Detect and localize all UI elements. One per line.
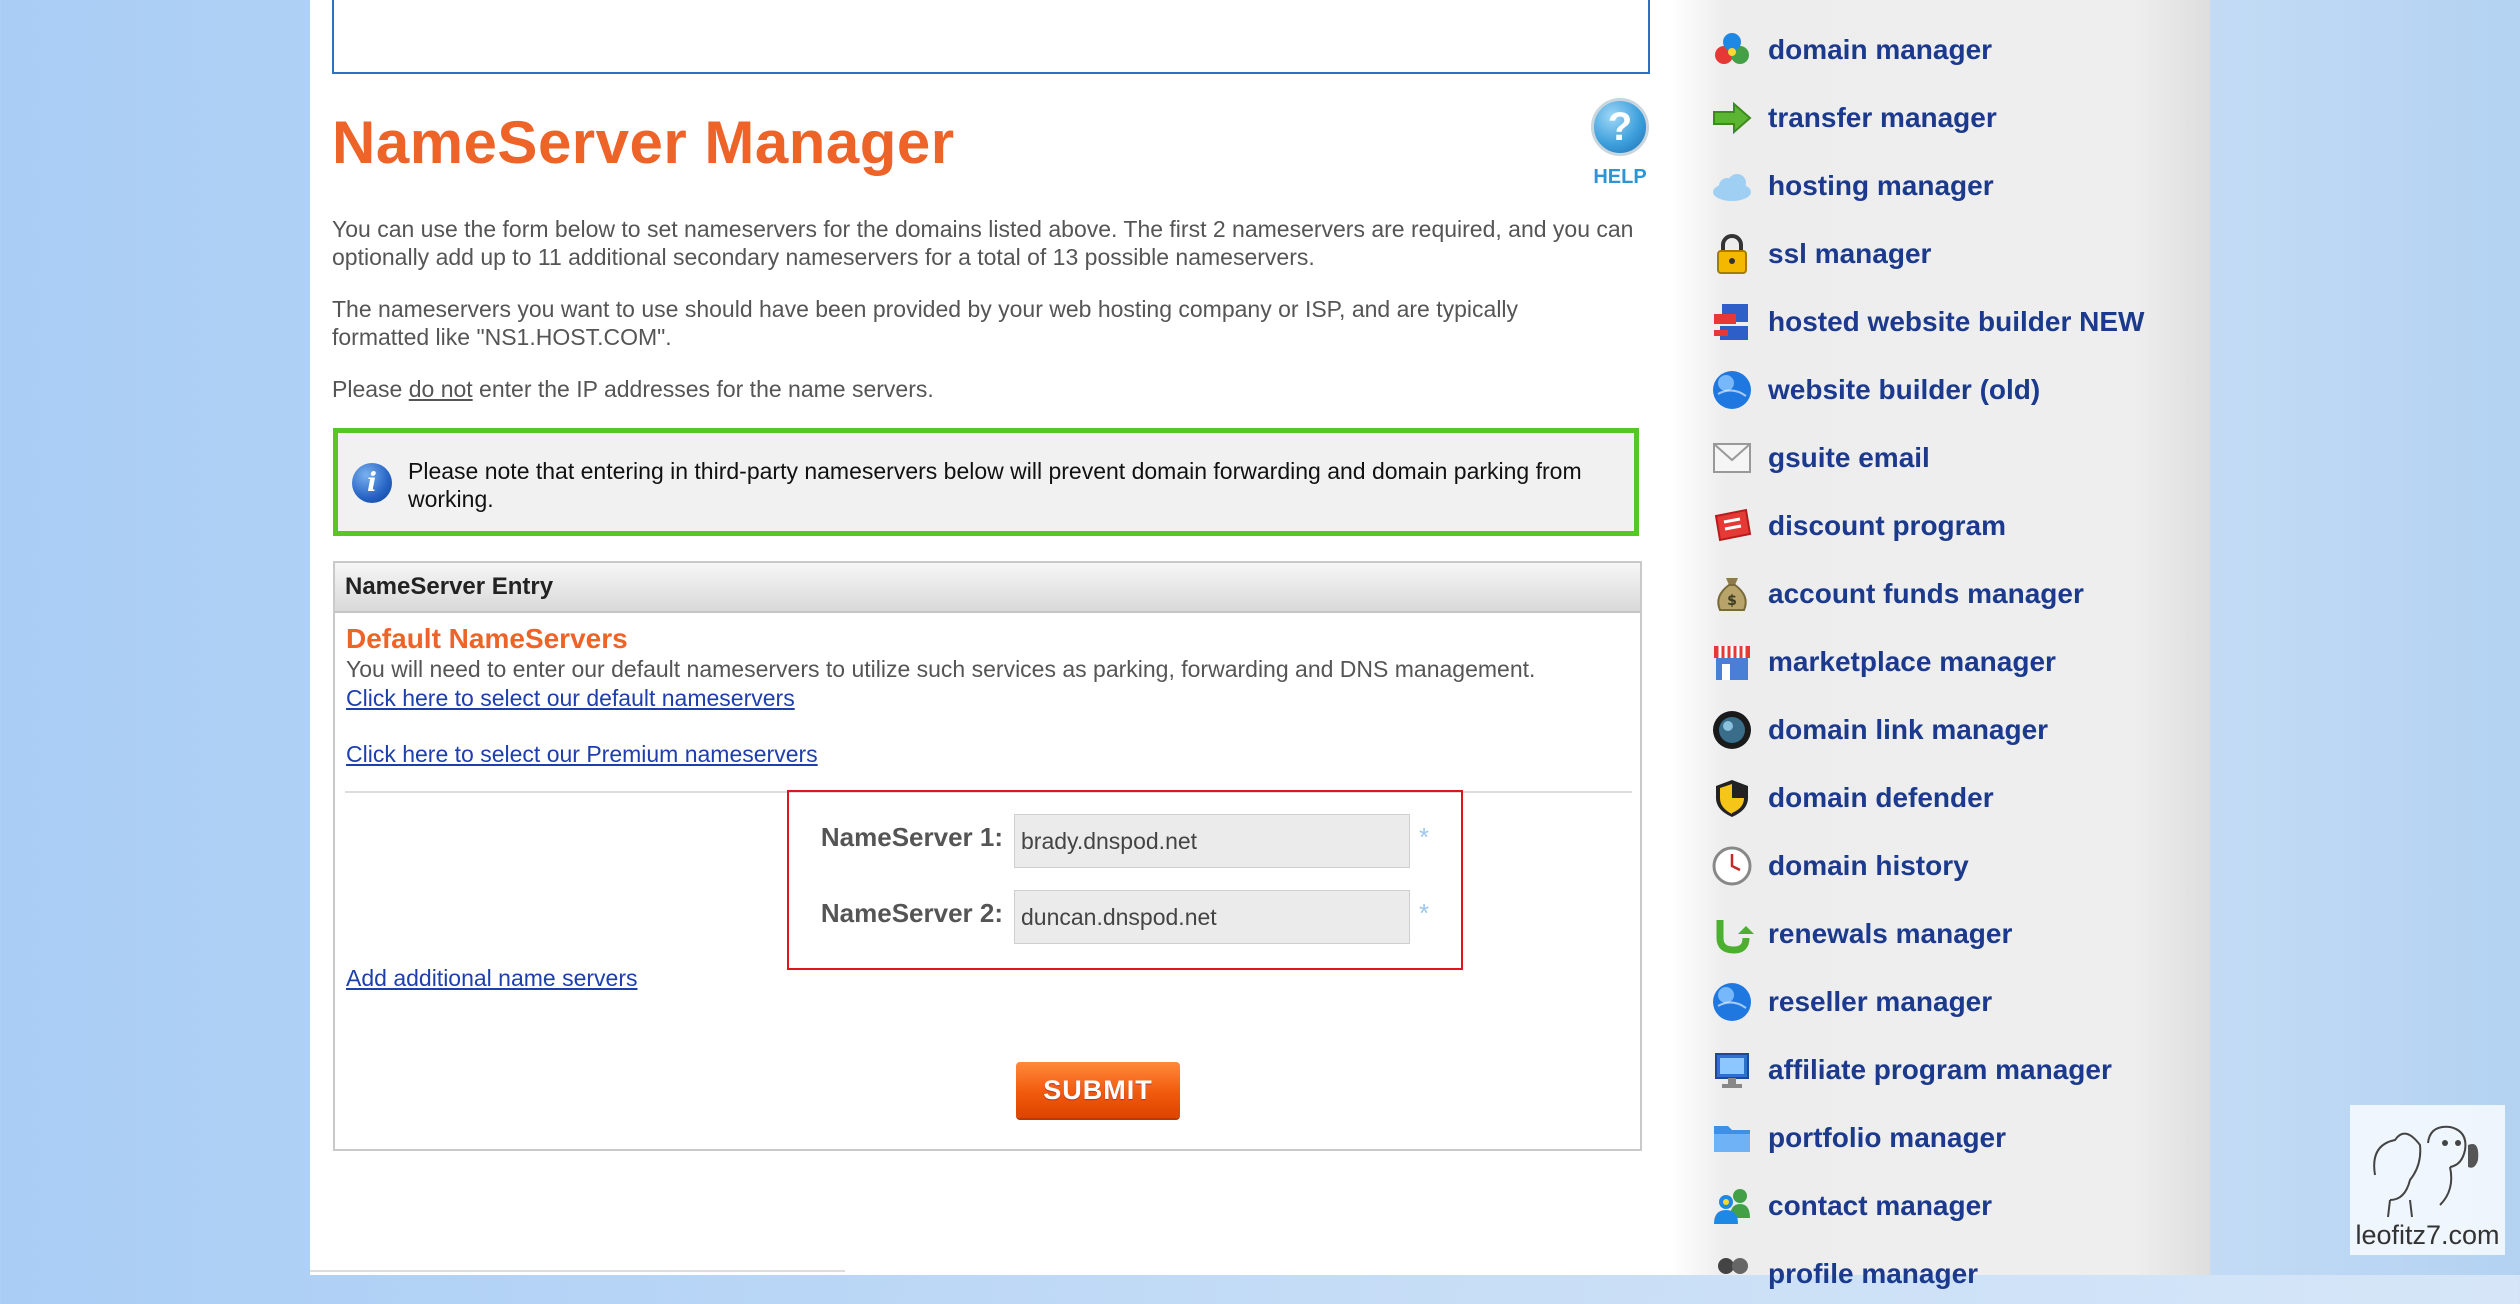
sidebar-item-hosted-website-builder[interactable]: hosted website builder NEW bbox=[1710, 292, 2200, 352]
select-premium-nameservers-link[interactable]: Click here to select our Premium nameser… bbox=[346, 741, 818, 768]
sidebar-item-label[interactable]: account funds manager bbox=[1768, 578, 2084, 610]
default-nameservers-title: Default NameServers bbox=[346, 623, 628, 654]
sidebar-item-label[interactable]: ssl manager bbox=[1768, 238, 1931, 270]
ip-warning-suffix: enter the IP addresses for the name serv… bbox=[472, 376, 934, 402]
sidebar-item-label[interactable]: marketplace manager bbox=[1768, 646, 2056, 678]
sidebar-item-label[interactable]: domain history bbox=[1768, 850, 1969, 882]
sidebar-item-reseller-manager[interactable]: reseller manager bbox=[1710, 972, 2200, 1032]
watermark-text: leofitz7.com bbox=[2355, 1220, 2500, 1250]
ns1-input[interactable] bbox=[1014, 814, 1410, 868]
ip-warning-prefix: Please bbox=[332, 376, 409, 402]
clock-icon bbox=[1710, 844, 1754, 888]
sidebar-item-marketplace-manager[interactable]: marketplace manager bbox=[1710, 632, 2200, 692]
page-title: NameServer Manager bbox=[332, 109, 955, 176]
help-label[interactable]: HELP bbox=[1588, 166, 1652, 189]
notice-text: Please note that entering in third-party… bbox=[408, 458, 1582, 512]
domain-manager-icon bbox=[1710, 28, 1754, 72]
website-builder-icon bbox=[1710, 300, 1754, 344]
ns1-label: NameServer 1: bbox=[820, 822, 1003, 852]
sidebar-item-domain-link-manager[interactable]: domain link manager bbox=[1710, 700, 2200, 760]
sidebar-item-label[interactable]: discount program bbox=[1768, 510, 2006, 542]
help-button[interactable]: ? HELP bbox=[1588, 98, 1652, 189]
shield-icon bbox=[1710, 776, 1754, 820]
sidebar-item-label[interactable]: affiliate program manager bbox=[1768, 1054, 2112, 1086]
cloud-icon bbox=[1710, 164, 1754, 208]
sidebar-item-domain-defender[interactable]: domain defender bbox=[1710, 768, 2200, 828]
sidebar-item-discount-program[interactable]: discount program bbox=[1710, 496, 2200, 556]
sidebar-item-website-builder-old[interactable]: website builder (old) bbox=[1710, 360, 2200, 420]
intro-paragraph: You can use the form below to set namese… bbox=[332, 216, 1634, 270]
sidebar-item-domain-history[interactable]: domain history bbox=[1710, 836, 2200, 896]
ns2-input[interactable] bbox=[1014, 890, 1410, 944]
nameserver-fields-highlight: NameServer 1: * NameServer 2: * bbox=[787, 790, 1463, 970]
sidebar-item-label[interactable]: domain defender bbox=[1768, 782, 1994, 814]
sidebar: domain manager transfer manager hosting … bbox=[1670, 0, 2210, 1289]
bottom-scroll-line bbox=[310, 1270, 845, 1272]
ip-warning-emphasis: do not bbox=[408, 376, 473, 402]
sidebar-item-label[interactable]: gsuite email bbox=[1768, 442, 1930, 474]
ns1-required-mark: * bbox=[1419, 822, 1430, 852]
background-right bbox=[2210, 0, 2520, 1275]
monitor-icon bbox=[1710, 1048, 1754, 1092]
format-paragraph: The nameservers you want to use should h… bbox=[332, 296, 1519, 350]
contacts-icon bbox=[1710, 1184, 1754, 1228]
submit-button[interactable]: SUBMIT bbox=[1016, 1062, 1180, 1118]
sidebar-item-renewals-manager[interactable]: renewals manager bbox=[1710, 904, 2200, 964]
page: NameServer Manager ? HELP You can use th… bbox=[310, 0, 2210, 1289]
third-party-notice: i Please note that entering in third-par… bbox=[333, 428, 1639, 536]
sidebar-item-account-funds-manager[interactable]: $ account funds manager bbox=[1710, 564, 2200, 624]
sidebar-item-hosting-manager[interactable]: hosting manager bbox=[1710, 156, 2200, 216]
add-nameservers-link[interactable]: Add additional name servers bbox=[346, 965, 638, 992]
coupon-icon bbox=[1710, 504, 1754, 548]
sidebar-item-label[interactable]: hosting manager bbox=[1768, 170, 1994, 202]
sidebar-item-label[interactable]: transfer manager bbox=[1768, 102, 1997, 134]
sidebar-item-label[interactable]: domain link manager bbox=[1768, 714, 2048, 746]
ip-warning-paragraph: Please do not enter the IP addresses for… bbox=[332, 375, 1662, 403]
select-default-nameservers-link[interactable]: Click here to select our default nameser… bbox=[346, 685, 795, 712]
renew-arrow-icon bbox=[1710, 912, 1754, 956]
padlock-icon bbox=[1710, 232, 1754, 276]
money-bag-icon: $ bbox=[1710, 572, 1754, 616]
sidebar-item-affiliate-program-manager[interactable]: affiliate program manager bbox=[1710, 1040, 2200, 1100]
sidebar-item-transfer-manager[interactable]: transfer manager bbox=[1710, 88, 2200, 148]
sidebar-item-portfolio-manager[interactable]: portfolio manager bbox=[1710, 1108, 2200, 1168]
sidebar-item-label[interactable]: hosted website builder NEW bbox=[1768, 306, 2144, 338]
svg-text:$: $ bbox=[1727, 593, 1737, 609]
storefront-icon bbox=[1710, 640, 1754, 684]
domain-list-box bbox=[332, 0, 1650, 74]
sidebar-item-profile-manager[interactable]: profile manager bbox=[1710, 1244, 2200, 1304]
arrow-right-icon bbox=[1710, 96, 1754, 140]
main-content: NameServer Manager ? HELP You can use th… bbox=[310, 0, 1670, 1275]
entry-header: NameServer Entry bbox=[335, 563, 1640, 613]
sidebar-item-label[interactable]: reseller manager bbox=[1768, 986, 1992, 1018]
question-mark-icon[interactable]: ? bbox=[1591, 98, 1649, 156]
sidebar-item-contact-manager[interactable]: contact manager bbox=[1710, 1176, 2200, 1236]
folder-icon bbox=[1710, 1116, 1754, 1160]
sidebar-item-label[interactable]: portfolio manager bbox=[1768, 1122, 2006, 1154]
sidebar-item-label[interactable]: contact manager bbox=[1768, 1190, 1992, 1222]
profile-icon bbox=[1710, 1252, 1754, 1296]
globe-icon bbox=[1710, 980, 1754, 1024]
default-nameservers-desc: You will need to enter our default names… bbox=[346, 656, 1536, 682]
sidebar-item-label[interactable]: renewals manager bbox=[1768, 918, 2012, 950]
ns2-required-mark: * bbox=[1419, 898, 1430, 928]
watermark: leofitz7.com bbox=[2350, 1105, 2505, 1255]
dog-sketch-logo bbox=[2373, 1125, 2479, 1218]
ns2-label: NameServer 2: bbox=[820, 898, 1003, 928]
envelope-icon bbox=[1710, 436, 1754, 480]
sidebar-item-label[interactable]: website builder (old) bbox=[1768, 374, 2040, 406]
info-icon: i bbox=[352, 463, 392, 503]
sidebar-item-ssl-manager[interactable]: ssl manager bbox=[1710, 224, 2200, 284]
link-globe-icon bbox=[1710, 708, 1754, 752]
sidebar-item-label[interactable]: profile manager bbox=[1768, 1258, 1978, 1290]
sidebar-item-label[interactable]: domain manager bbox=[1768, 34, 1992, 66]
sidebar-item-domain-manager[interactable]: domain manager bbox=[1710, 20, 2200, 80]
globe-icon bbox=[1710, 368, 1754, 412]
sidebar-item-gsuite-email[interactable]: gsuite email bbox=[1710, 428, 2200, 488]
